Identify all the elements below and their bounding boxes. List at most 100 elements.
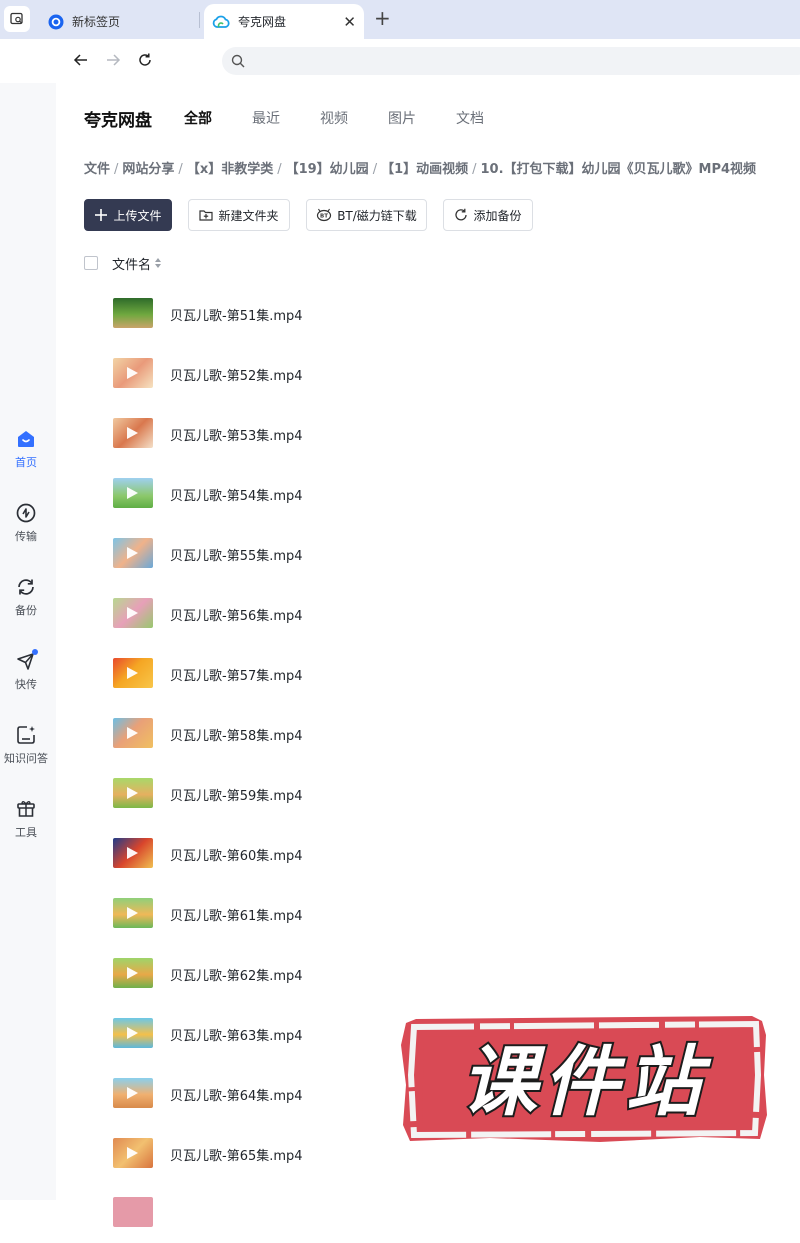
tab-quark-drive[interactable]: 夸克网盘 ✕ — [204, 4, 364, 39]
arrow-left-icon — [73, 54, 87, 66]
browser-logo-icon — [48, 14, 64, 29]
send-icon — [14, 649, 38, 673]
browser-tab-strip: 新标签页 夸克网盘 ✕ + — [0, 0, 800, 39]
play-icon — [127, 1087, 138, 1099]
tab-recent[interactable]: 最近 — [252, 108, 280, 128]
address-bar[interactable] — [222, 47, 800, 75]
breadcrumb-separator: / — [178, 162, 183, 177]
play-icon — [127, 487, 138, 499]
file-name[interactable]: 贝瓦儿歌-第63集.mp4 — [170, 1025, 303, 1044]
file-row[interactable]: 贝瓦儿歌-第58集.mp4 — [56, 703, 800, 763]
new-folder-button-label: 新建文件夹 — [218, 208, 279, 223]
file-name[interactable]: 贝瓦儿歌-第55集.mp4 — [170, 545, 303, 564]
breadcrumb-item[interactable]: 网站分享 — [122, 162, 174, 177]
file-name[interactable]: 贝瓦儿歌-第62集.mp4 — [170, 965, 303, 984]
file-name[interactable]: 贝瓦儿歌-第56集.mp4 — [170, 605, 303, 624]
sidebar-item-backup[interactable]: 备份 — [0, 575, 52, 618]
play-icon — [127, 427, 138, 439]
file-row[interactable]: 贝瓦儿歌-第55集.mp4 — [56, 523, 800, 583]
file-row[interactable]: 贝瓦儿歌-第51集.mp4 — [56, 283, 800, 343]
tab-video[interactable]: 视频 — [320, 108, 348, 128]
sidebar-item-home[interactable]: 首页 — [0, 427, 52, 470]
home-icon — [14, 427, 38, 451]
tab-search-button[interactable] — [4, 6, 30, 32]
file-name[interactable]: 贝瓦儿歌-第54集.mp4 — [170, 485, 303, 504]
file-row[interactable]: 贝瓦儿歌-第53集.mp4 — [56, 403, 800, 463]
breadcrumb-separator: / — [277, 162, 282, 177]
svg-text:课件站: 课件站 — [461, 1037, 712, 1126]
tab-all[interactable]: 全部 — [184, 108, 212, 128]
sidebar-item-transfer[interactable]: 传输 — [0, 501, 52, 544]
breadcrumb-separator: / — [372, 162, 378, 177]
add-backup-button[interactable]: 添加备份 — [443, 199, 533, 231]
file-name[interactable]: 贝瓦儿歌-第57集.mp4 — [170, 665, 303, 684]
file-name[interactable]: 贝瓦儿歌-第61集.mp4 — [170, 905, 303, 924]
tab-close-icon[interactable]: ✕ — [343, 13, 356, 31]
folder-add-icon — [199, 208, 214, 222]
file-name[interactable]: 贝瓦儿歌-第58集.mp4 — [170, 725, 303, 744]
breadcrumb-item[interactable]: 【19】幼儿园 — [286, 162, 369, 177]
plus-icon — [94, 208, 108, 222]
bt-download-button[interactable]: BT BT/磁力链下载 — [306, 199, 427, 231]
watermark-text: 课件站 — [400, 1015, 768, 1143]
select-all-checkbox[interactable] — [84, 256, 98, 270]
search-icon — [231, 54, 245, 68]
back-button[interactable] — [70, 49, 92, 71]
breadcrumb-separator: / — [472, 162, 477, 177]
file-name[interactable]: 贝瓦儿歌-第52集.mp4 — [170, 365, 303, 384]
file-row[interactable]: 贝瓦儿歌-第57集.mp4 — [56, 643, 800, 703]
breadcrumb-item[interactable]: 【1】动画视频 — [381, 162, 468, 177]
file-row[interactable]: 贝瓦儿歌-第60集.mp4 — [56, 823, 800, 883]
new-folder-button[interactable]: 新建文件夹 — [188, 199, 290, 231]
video-thumbnail — [113, 718, 153, 748]
file-name[interactable]: 贝瓦儿歌-第60集.mp4 — [170, 845, 303, 864]
play-icon — [127, 847, 138, 859]
sort-icon[interactable] — [154, 257, 162, 269]
video-thumbnail — [113, 1078, 153, 1108]
file-row[interactable]: 贝瓦儿歌-第56集.mp4 — [56, 583, 800, 643]
sidebar-item-label: 知识问答 — [4, 752, 48, 765]
notification-dot — [32, 649, 38, 655]
video-thumbnail — [113, 598, 153, 628]
column-filename[interactable]: 文件名 — [112, 254, 151, 273]
breadcrumb-item[interactable]: 文件 — [84, 162, 110, 177]
bt-download-button-label: BT/磁力链下载 — [337, 208, 417, 223]
breadcrumb-current: 10.【打包下载】幼儿园《贝瓦儿歌》MP4视频 — [480, 162, 757, 177]
file-row[interactable]: 贝瓦儿歌-第52集.mp4 — [56, 343, 800, 403]
file-row[interactable]: 贝瓦儿歌-第59集.mp4 — [56, 763, 800, 823]
transfer-icon — [14, 501, 38, 525]
sidebar-item-tools[interactable]: 工具 — [0, 797, 52, 840]
arrow-right-icon — [107, 54, 121, 66]
file-name[interactable]: 贝瓦儿歌-第51集.mp4 — [170, 305, 303, 324]
watermark-stamp: 课件站 — [400, 1015, 768, 1143]
reload-button[interactable] — [134, 49, 156, 71]
file-row[interactable]: 贝瓦儿歌-第54集.mp4 — [56, 463, 800, 523]
left-sidebar: 首页 传输 备份 快传 知识问答 工具 — [0, 83, 56, 1200]
sidebar-item-label: 首页 — [15, 456, 37, 469]
video-thumbnail — [113, 358, 153, 388]
tab-document[interactable]: 文档 — [456, 108, 484, 128]
video-thumbnail — [113, 958, 153, 988]
tab-new-tab[interactable]: 新标签页 — [40, 4, 198, 39]
bt-magnet-icon: BT — [316, 208, 332, 222]
file-row[interactable]: 贝瓦儿歌-第62集.mp4 — [56, 943, 800, 1003]
app-title: 夸克网盘 — [84, 111, 152, 131]
file-name[interactable]: 贝瓦儿歌-第64集.mp4 — [170, 1085, 303, 1104]
new-tab-button[interactable]: + — [374, 6, 391, 30]
file-row[interactable]: 贝瓦儿歌-第61集.mp4 — [56, 883, 800, 943]
forward-button[interactable] — [102, 49, 124, 71]
upload-button[interactable]: 上传文件 — [84, 199, 172, 231]
tab-image[interactable]: 图片 — [388, 108, 416, 128]
file-name[interactable]: 贝瓦儿歌-第65集.mp4 — [170, 1145, 303, 1164]
play-icon — [127, 967, 138, 979]
file-name[interactable]: 贝瓦儿歌-第53集.mp4 — [170, 425, 303, 444]
file-name[interactable]: 贝瓦儿歌-第59集.mp4 — [170, 785, 303, 804]
add-backup-button-label: 添加备份 — [473, 208, 522, 223]
breadcrumb-item[interactable]: 【x】非教学类 — [187, 162, 273, 177]
play-icon — [127, 367, 138, 379]
sidebar-item-quick-send[interactable]: 快传 — [0, 649, 52, 692]
sidebar-item-qa[interactable]: 知识问答 — [0, 723, 52, 766]
video-thumbnail — [113, 538, 153, 568]
file-row[interactable] — [56, 1183, 800, 1243]
video-thumbnail — [113, 838, 153, 868]
